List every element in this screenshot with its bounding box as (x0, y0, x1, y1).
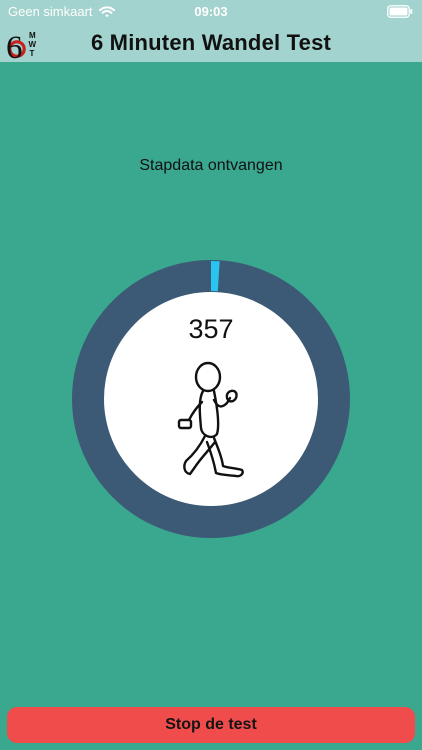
nav-bar: 6 M W T 6 Minuten Wandel Test (0, 22, 422, 62)
walking-person-icon (177, 361, 244, 478)
stop-test-button[interactable]: Stop de test (7, 707, 415, 743)
battery-icon (387, 5, 413, 18)
status-bar: Geen simkaart 09:03 (0, 0, 422, 22)
status-time: 09:03 (194, 4, 228, 19)
step-data-status: Stapdata ontvangen (139, 157, 283, 174)
page-title: 6 Minuten Wandel Test (90, 30, 332, 55)
step-count: 357 (188, 314, 234, 344)
